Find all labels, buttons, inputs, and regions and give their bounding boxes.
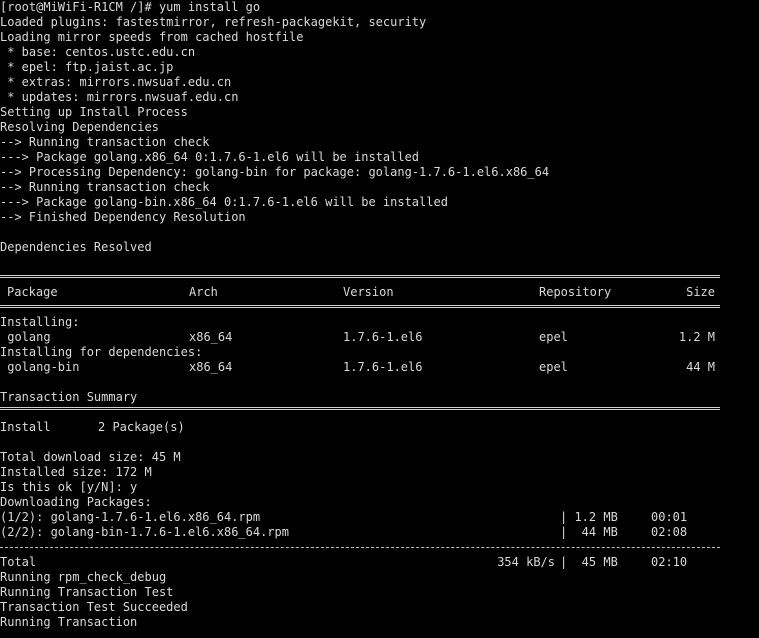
install-label: Install xyxy=(0,420,51,434)
table-cell-package: golang xyxy=(0,330,51,344)
output-line: --> Running transaction check xyxy=(0,135,210,149)
output-line: Dependencies Resolved xyxy=(0,240,152,254)
table-cell-package: golang-bin xyxy=(0,360,80,374)
output-line: * base: centos.ustc.edu.cn xyxy=(0,45,196,59)
table-cell-version: 1.7.6-1.el6 xyxy=(343,360,423,374)
output-line: Setting up Install Process xyxy=(0,105,188,119)
output-line: ---> Package golang.x86_64 0:1.7.6-1.el6… xyxy=(0,150,420,164)
output-line: ---> Package golang-bin.x86_64 0:1.7.6-1… xyxy=(0,195,448,209)
download-name: (1/2): golang-1.7.6-1.el6.x86_64.rpm xyxy=(0,510,261,524)
output-line: Total download size: 45 M xyxy=(0,450,181,464)
prompt-line: Is this ok [y/N]: y xyxy=(0,480,138,494)
output-line: Running rpm_check_debug xyxy=(0,570,167,584)
header-repository: Repository xyxy=(539,285,612,299)
output-line: Resolving Dependencies xyxy=(0,120,159,134)
install-count: 2 Package(s) xyxy=(98,420,185,434)
section-label: Installing: xyxy=(0,315,80,329)
download-separator xyxy=(0,547,720,548)
table-cell-repository: epel xyxy=(539,360,568,374)
output-line: Transaction Test Succeeded xyxy=(0,600,188,614)
output-line: --> Running transaction check xyxy=(0,180,210,194)
total-label: Total xyxy=(0,555,37,569)
total-time: 02:10 xyxy=(651,555,688,569)
output-line: --> Processing Dependency: golang-bin fo… xyxy=(0,165,550,179)
download-time: 00:01 xyxy=(651,510,688,524)
download-name: (2/2): golang-bin-1.7.6-1.el6.x86_64.rpm xyxy=(0,525,289,539)
summary-separator xyxy=(0,407,720,410)
output-line: Running Transaction Test xyxy=(0,585,174,599)
table-separator xyxy=(0,275,720,278)
summary-title: Transaction Summary xyxy=(0,390,138,404)
total-speed: 354 kB/s xyxy=(497,555,555,569)
header-size: Size xyxy=(686,285,715,299)
table-cell-version: 1.7.6-1.el6 xyxy=(343,330,423,344)
download-size: | 1.2 MB xyxy=(560,510,618,524)
header-version: Version xyxy=(343,285,394,299)
output-line: * extras: mirrors.nwsuaf.edu.cn xyxy=(0,75,232,89)
output-line: Installed size: 172 M xyxy=(0,465,152,479)
output-line: Downloading Packages: xyxy=(0,495,152,509)
output-line: --> Finished Dependency Resolution xyxy=(0,210,246,224)
table-cell-repository: epel xyxy=(539,330,568,344)
output-line: Loaded plugins: fastestmirror, refresh-p… xyxy=(0,15,427,29)
total-size: | 45 MB xyxy=(560,555,618,569)
header-package: Package xyxy=(7,285,58,299)
table-separator xyxy=(0,305,720,308)
header-arch: Arch xyxy=(189,285,218,299)
section-label: Installing for dependencies: xyxy=(0,345,203,359)
table-cell-arch: x86_64 xyxy=(189,330,233,344)
output-line: * epel: ftp.jaist.ac.jp xyxy=(0,60,174,74)
download-size: | 44 MB xyxy=(560,525,618,539)
table-cell-size: 44 M xyxy=(686,360,715,374)
output-line: Loading mirror speeds from cached hostfi… xyxy=(0,30,304,44)
table-cell-arch: x86_64 xyxy=(189,360,233,374)
terminal-window[interactable]: [root@MiWiFi-R1CM /]# yum install go Loa… xyxy=(0,0,759,638)
output-line: * updates: mirrors.nwsuaf.edu.cn xyxy=(0,90,239,104)
download-time: 02:08 xyxy=(651,525,688,539)
command-line: [root@MiWiFi-R1CM /]# yum install go xyxy=(0,0,261,14)
output-line: Running Transaction xyxy=(0,615,138,629)
table-cell-size: 1.2 M xyxy=(678,330,715,344)
